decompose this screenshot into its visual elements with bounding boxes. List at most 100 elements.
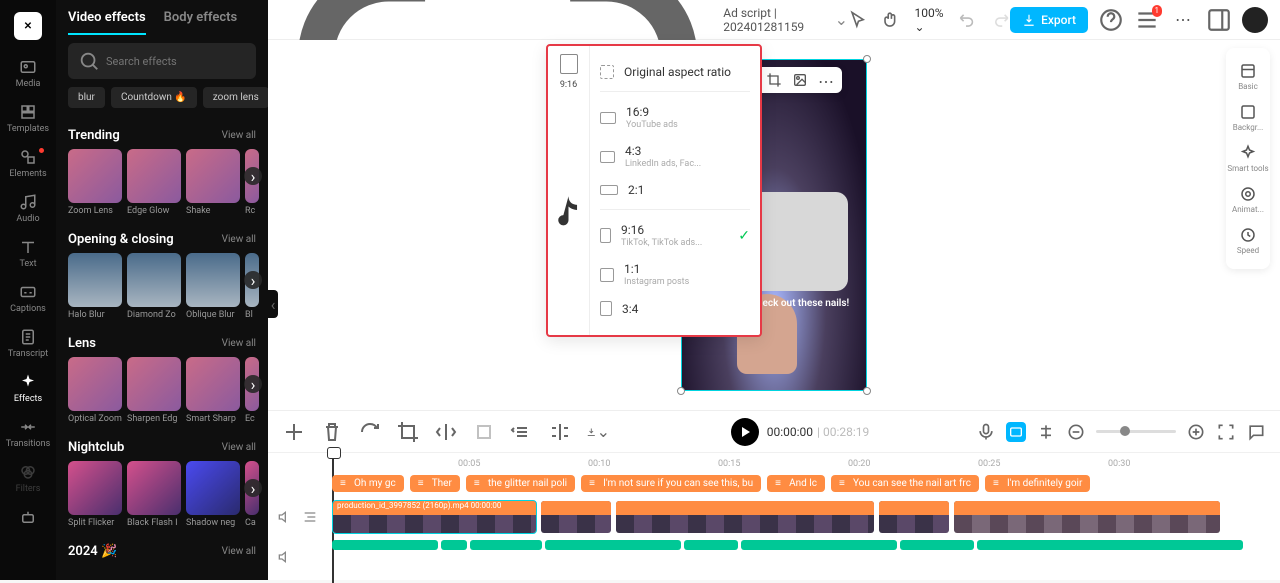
- effect-diamond-zoom[interactable]: Diamond Zo: [127, 253, 181, 320]
- nav-templates[interactable]: Templates: [0, 103, 56, 134]
- effect-oblique-blur[interactable]: Oblique Blur: [186, 253, 240, 320]
- notifications-button[interactable]: 1: [1134, 7, 1160, 33]
- nav-more[interactable]: [0, 508, 56, 529]
- sub-clip[interactable]: And lc: [767, 475, 825, 492]
- search-input[interactable]: [106, 55, 246, 68]
- sub-clip[interactable]: the glitter nail poli: [466, 475, 575, 492]
- aspect-preview-9-16[interactable]: [560, 54, 578, 74]
- project-name[interactable]: Ad script | 202401281159: [723, 6, 828, 34]
- cursor-icon[interactable]: [848, 10, 867, 29]
- view-all-2024[interactable]: View all: [222, 546, 256, 557]
- layout-button[interactable]: [1206, 7, 1232, 33]
- audio-clip[interactable]: [441, 540, 467, 550]
- play-button[interactable]: [731, 418, 759, 446]
- effect-smart-sharp[interactable]: Smart Sharp: [186, 357, 240, 424]
- zoom-level[interactable]: 100% ⌄: [915, 6, 944, 34]
- nav-effects[interactable]: Effects: [0, 373, 56, 404]
- caption-track-icon[interactable]: [302, 509, 318, 525]
- sub-clip[interactable]: I'm not sure if you can see this, bu: [581, 475, 761, 492]
- collapse-panel-button[interactable]: ‹: [268, 290, 278, 318]
- subtitle-track[interactable]: Oh my gc Ther the glitter nail poli I'm …: [332, 475, 1280, 492]
- effect-zoom-lens[interactable]: Zoom Lens: [68, 149, 122, 216]
- scroll-right-nightclub[interactable]: ›: [244, 479, 262, 497]
- search-effects[interactable]: [68, 43, 256, 79]
- aspect-original[interactable]: Original aspect ratio: [600, 58, 750, 92]
- export-button[interactable]: Export: [1010, 7, 1088, 33]
- view-all-lens[interactable]: View all: [222, 338, 256, 349]
- sub-clip[interactable]: I'm definitely goir: [985, 475, 1090, 492]
- crop-icon[interactable]: [766, 72, 782, 88]
- prop-smart-tools[interactable]: Smart tools: [1226, 138, 1270, 179]
- sub-clip[interactable]: Oh my gc: [332, 475, 404, 492]
- effect-edge-glow[interactable]: Edge Glow: [127, 149, 181, 216]
- tl-reorder[interactable]: [510, 420, 534, 444]
- effect-halo-blur[interactable]: Halo Blur: [68, 253, 122, 320]
- audio-clip[interactable]: [470, 540, 542, 550]
- nav-transcript[interactable]: Transcript: [0, 328, 56, 359]
- prop-animation[interactable]: Animat...: [1226, 179, 1270, 220]
- view-all-trending[interactable]: View all: [222, 130, 256, 141]
- view-all-nightclub[interactable]: View all: [222, 442, 256, 453]
- mute-audio-icon[interactable]: [278, 549, 294, 565]
- tl-delete[interactable]: [320, 420, 344, 444]
- nav-elements[interactable]: Elements: [0, 148, 56, 179]
- redo-icon[interactable]: [991, 10, 1010, 29]
- help-button[interactable]: [1098, 7, 1124, 33]
- tl-mic-icon[interactable]: [976, 422, 996, 442]
- video-clip[interactable]: [878, 500, 950, 534]
- resize-handle-tr[interactable]: [863, 55, 871, 63]
- tab-video-effects[interactable]: Video effects: [68, 10, 146, 35]
- video-clip[interactable]: [615, 500, 875, 534]
- tl-crop[interactable]: [396, 420, 420, 444]
- effect-split-flicker[interactable]: Split Flicker: [68, 461, 122, 528]
- more-icon[interactable]: ⋯: [818, 72, 834, 88]
- aspect-4-3[interactable]: 4:3LinkedIn ads, Fac...: [600, 137, 750, 176]
- scroll-right-lens[interactable]: ›: [244, 375, 262, 393]
- tl-rotate[interactable]: [358, 420, 382, 444]
- project-dropdown[interactable]: ⌄: [835, 10, 848, 29]
- effect-shadow-neg[interactable]: Shadow neg: [186, 461, 240, 528]
- tl-split[interactable]: [548, 420, 572, 444]
- nav-captions[interactable]: Captions: [0, 283, 56, 314]
- video-clip[interactable]: production_id_3997852 (2160p).mp4 00:00:…: [332, 500, 537, 534]
- effect-shake[interactable]: Shake: [186, 149, 240, 216]
- resize-handle-br[interactable]: [863, 387, 871, 395]
- audio-clip[interactable]: [332, 540, 438, 550]
- aspect-2-1[interactable]: 2:1: [600, 176, 750, 210]
- view-all-opening[interactable]: View all: [222, 234, 256, 245]
- tiktok-icon[interactable]: [548, 100, 589, 327]
- undo-icon[interactable]: [958, 10, 977, 29]
- chip-blur[interactable]: blur: [68, 87, 105, 108]
- timeline-ruler[interactable]: 00:05 00:10 00:15 00:20 00:25 00:30: [268, 453, 1280, 475]
- tl-mirror[interactable]: [434, 420, 458, 444]
- tl-comment-icon[interactable]: [1246, 422, 1266, 442]
- mute-main-icon[interactable]: [278, 509, 294, 525]
- nav-text[interactable]: Text: [0, 238, 56, 269]
- audio-clip[interactable]: [545, 540, 681, 550]
- tl-zoom-out[interactable]: [1066, 422, 1086, 442]
- audio-clip[interactable]: [977, 540, 1243, 550]
- chip-countdown[interactable]: Countdown 🔥: [111, 87, 197, 108]
- chip-zoom-lens[interactable]: zoom lens: [203, 87, 268, 108]
- aspect-1-1[interactable]: 1:1Instagram posts: [600, 255, 750, 294]
- video-clip[interactable]: [540, 500, 612, 534]
- tl-zoom-slider[interactable]: [1096, 430, 1176, 433]
- tl-zoom-in[interactable]: [1186, 422, 1206, 442]
- audio-track[interactable]: [332, 540, 1280, 550]
- nav-media[interactable]: Media: [0, 58, 56, 89]
- app-logo[interactable]: ✕: [14, 12, 42, 40]
- more-button[interactable]: ⋯: [1170, 7, 1196, 33]
- aspect-16-9[interactable]: 16:9YouTube ads: [600, 98, 750, 137]
- nav-transitions[interactable]: Transitions: [0, 418, 56, 449]
- audio-clip[interactable]: [684, 540, 738, 550]
- tl-split-mode[interactable]: [282, 420, 306, 444]
- effect-black-flash[interactable]: Black Flash I: [127, 461, 181, 528]
- video-track[interactable]: production_id_3997852 (2160p).mp4 00:00:…: [332, 500, 1280, 534]
- scroll-right-trending[interactable]: ›: [244, 167, 262, 185]
- canvas[interactable]: Oh my god, check out these nails! ⋯: [268, 40, 1280, 410]
- tl-auto-caption[interactable]: [1006, 422, 1026, 442]
- effect-optical-zoom[interactable]: Optical Zoom: [68, 357, 122, 424]
- image-icon[interactable]: [792, 72, 808, 88]
- tl-align-icon[interactable]: [1036, 422, 1056, 442]
- prop-speed[interactable]: Speed: [1226, 220, 1270, 261]
